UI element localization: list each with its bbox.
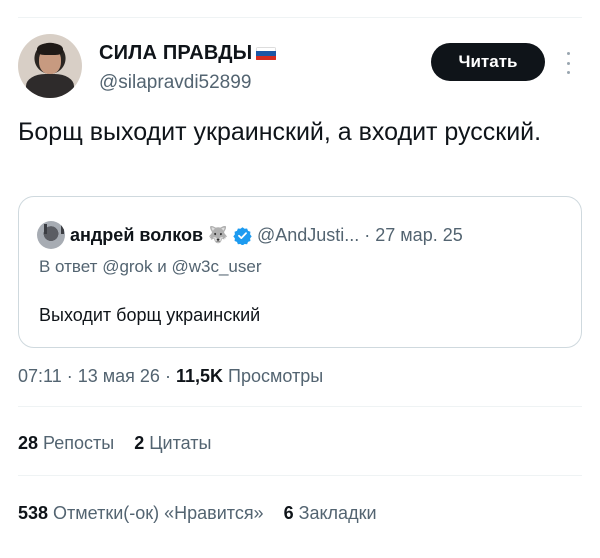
views-count: 11,5K — [175, 366, 224, 386]
likes-stat[interactable]: 538 Отметки(-ок) «Нравится» — [18, 503, 264, 524]
reply-conjunction: и — [157, 257, 167, 276]
tweet-time[interactable]: 07:11 — [18, 366, 62, 386]
top-divider — [18, 17, 582, 18]
reply-user-link[interactable]: @w3c_user — [171, 257, 261, 276]
quoted-tweet-date: 27 мар. 25 — [375, 224, 463, 245]
reply-context: В ответ @grok и @w3c_user — [39, 257, 262, 277]
bookmarks-stat[interactable]: 6 Закладки — [284, 503, 377, 524]
reply-prefix: В ответ — [39, 257, 98, 276]
author-avatar[interactable] — [18, 34, 82, 98]
views-label: Просмотры — [228, 366, 324, 386]
author-name-row: СИЛА ПРАВДЫ — [99, 42, 277, 65]
separator-dot: · — [66, 366, 73, 386]
separator-dot: · — [164, 366, 171, 386]
follow-button[interactable]: Читать — [431, 43, 545, 81]
reposts-stat[interactable]: 28 Репосты — [18, 433, 114, 454]
quoted-tweet-header: андрей волков 🐺 @AndJusti... · 27 мар. 2… — [37, 221, 463, 249]
quotes-stat[interactable]: 2 Цитаты — [134, 433, 211, 454]
reply-user-link[interactable]: @grok — [102, 257, 152, 276]
verified-badge-icon — [233, 226, 252, 245]
quoted-author-handle: @AndJusti... — [256, 224, 360, 245]
tweet-meta: 07:11 · 13 мая 26 · 11,5K Просмотры — [18, 366, 323, 387]
author-handle[interactable]: @silapravdi52899 — [99, 72, 251, 94]
quoted-author-name: андрей волков — [70, 224, 204, 245]
quoted-author-avatar — [37, 221, 65, 249]
divider — [18, 475, 582, 476]
quoted-tweet[interactable]: андрей волков 🐺 @AndJusti... · 27 мар. 2… — [18, 196, 582, 348]
stats-row-reposts: 28 Репосты 2 Цитаты — [18, 433, 211, 454]
separator-dot: · — [364, 224, 371, 245]
tweet-date[interactable]: 13 мая 26 — [78, 366, 160, 386]
more-vertical-icon[interactable] — [564, 52, 572, 74]
wolf-emoji-icon: 🐺 — [208, 227, 228, 244]
quoted-tweet-text: Выходит борщ украинский — [39, 305, 261, 325]
stats-row-likes: 538 Отметки(-ок) «Нравится» 6 Закладки — [18, 503, 377, 524]
tweet-text: Борщ выходит украинский, а входит русски… — [18, 118, 542, 146]
russia-flag-icon — [256, 46, 277, 61]
divider — [18, 406, 582, 407]
tweet-header: СИЛА ПРАВДЫ @silapravdi52899 Читать — [18, 34, 582, 104]
author-display-name[interactable]: СИЛА ПРАВДЫ — [99, 42, 252, 65]
